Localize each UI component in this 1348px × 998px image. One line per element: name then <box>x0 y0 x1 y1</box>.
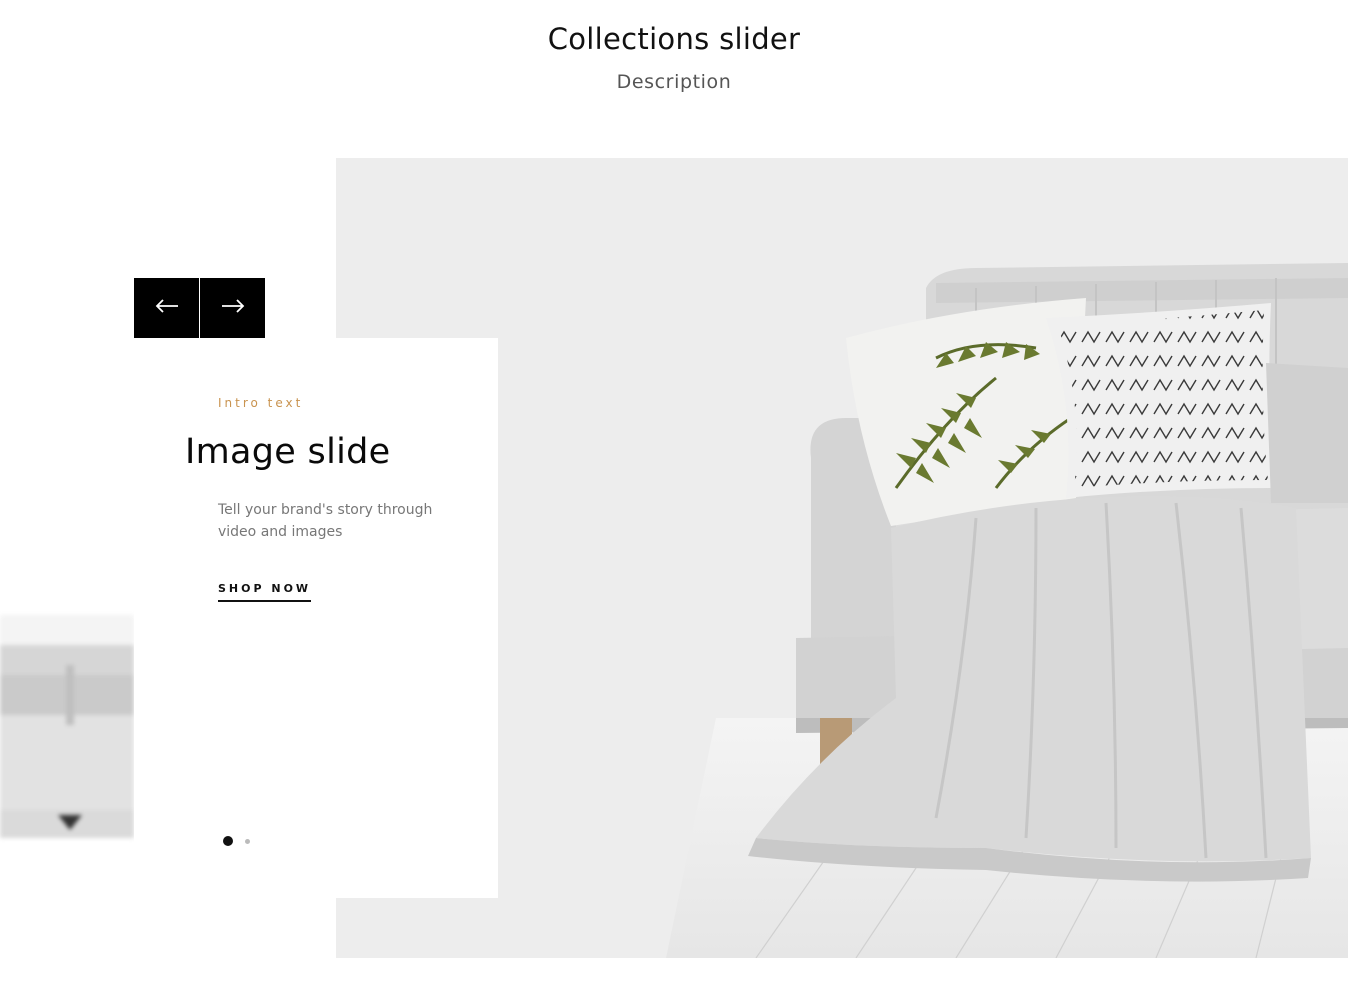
slide-intro-text: Intro text <box>218 396 304 410</box>
section-title: Collections slider <box>547 22 801 56</box>
slide-content-card: Intro text Image slide Tell your brand's… <box>134 338 498 898</box>
slide-description: Tell your brand's story through video an… <box>218 502 433 540</box>
slide-dot-2[interactable] <box>245 838 250 844</box>
slide-heading: Image slide <box>185 432 391 472</box>
slide-dot-1[interactable] <box>223 836 233 846</box>
next-slide-button[interactable] <box>200 278 265 338</box>
arrow-left-icon <box>155 298 179 318</box>
slider-pagination <box>223 836 250 846</box>
arrow-right-icon <box>221 298 245 318</box>
shop-now-link[interactable]: SHOP NOW <box>218 582 312 602</box>
prev-slide-button[interactable] <box>134 278 199 338</box>
section-description: Description <box>616 71 732 93</box>
previous-slide-peek[interactable] <box>0 615 134 838</box>
